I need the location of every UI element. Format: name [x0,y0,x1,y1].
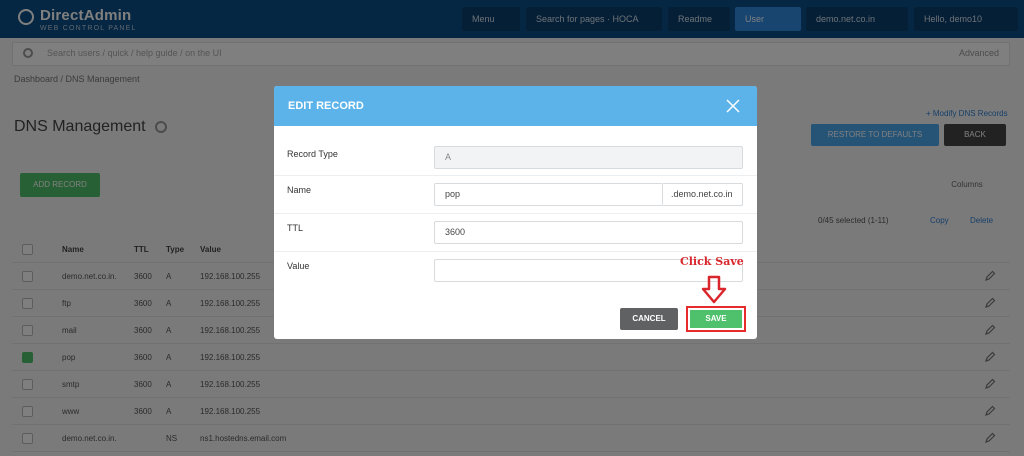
name-row: Name pop .demo.net.co.in [274,176,757,214]
ttl-label: TTL [287,223,304,233]
name-input[interactable]: pop [434,183,663,206]
save-highlight-box: SAVE [686,306,746,332]
domain-suffix: .demo.net.co.in [663,183,743,206]
record-type-row: Record Type A [274,138,757,176]
dialog-title: EDIT RECORD [288,100,364,112]
click-save-annotation: Click Save [680,255,744,268]
save-button[interactable]: SAVE [690,310,742,328]
record-type-field: A [434,146,743,169]
name-label: Name [287,185,312,195]
ttl-input[interactable]: 3600 [434,221,743,244]
close-icon[interactable] [725,98,741,114]
cancel-button[interactable]: CANCEL [620,308,678,330]
arrow-down-icon [701,275,727,304]
value-label: Value [287,261,310,271]
edit-record-dialog: EDIT RECORD Record Type A Name pop .demo… [274,86,757,339]
record-type-label: Record Type [287,149,338,159]
dialog-header: EDIT RECORD [274,86,757,126]
ttl-row: TTL 3600 [274,214,757,252]
